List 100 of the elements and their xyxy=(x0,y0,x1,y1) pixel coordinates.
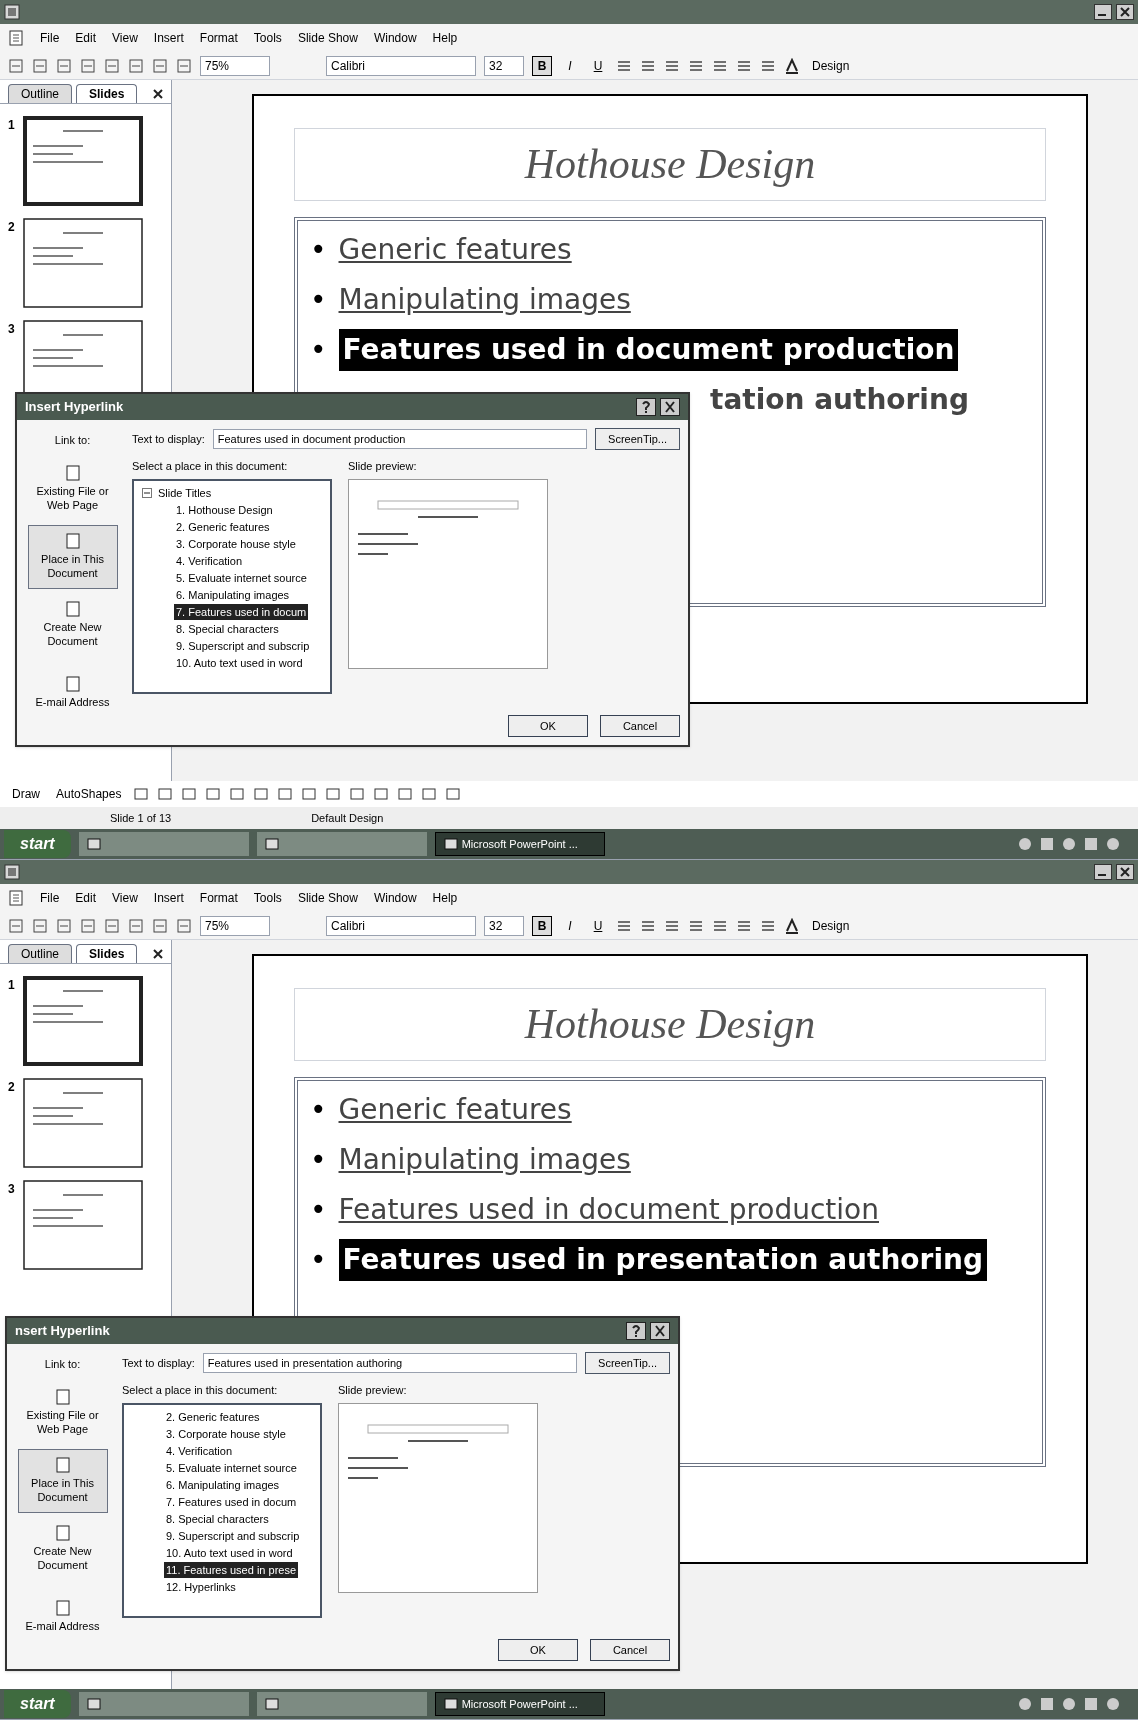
menu-item[interactable]: Slide Show xyxy=(297,29,358,47)
toolbar-icon[interactable] xyxy=(128,57,144,74)
menu-item[interactable]: Window xyxy=(373,29,417,47)
tray-icon[interactable] xyxy=(1106,1697,1120,1711)
toolbar-icon[interactable] xyxy=(8,57,24,74)
drawing-tool-icon[interactable] xyxy=(133,786,150,802)
minimize-icon[interactable] xyxy=(1094,4,1112,20)
menu-item[interactable]: Slide Show xyxy=(297,889,358,907)
help-icon[interactable] xyxy=(626,1322,646,1340)
menu-item[interactable]: File xyxy=(40,889,60,907)
link-option[interactable]: Place in This Document xyxy=(17,1448,108,1513)
slide-thumbnail[interactable] xyxy=(22,1180,143,1270)
tray-icon[interactable] xyxy=(1084,837,1098,851)
drawing-tool-icon[interactable] xyxy=(445,786,462,802)
list-item[interactable]: 10. Auto text used in word xyxy=(164,1544,295,1562)
hyperlink[interactable]: Manipulating images xyxy=(338,1139,631,1181)
toolbar-icon[interactable] xyxy=(152,57,168,74)
list-item[interactable]: 4. Verification xyxy=(174,552,245,570)
format-button[interactable]: U xyxy=(588,55,608,76)
drawing-tool-icon[interactable] xyxy=(397,786,414,802)
start-button[interactable]: start xyxy=(4,830,71,858)
toolbar-icon[interactable] xyxy=(56,917,72,934)
drawing-tool-icon[interactable] xyxy=(205,786,222,802)
start-button[interactable]: start xyxy=(4,1690,71,1718)
panel-tab[interactable]: Slides xyxy=(76,944,138,963)
slide-thumbnail[interactable] xyxy=(22,218,143,308)
menu-item[interactable]: Tools xyxy=(253,889,282,907)
tree-expander-icon[interactable] xyxy=(142,488,152,498)
drawing-tool-icon[interactable] xyxy=(181,786,198,802)
link-option[interactable]: Create New Document xyxy=(17,1516,108,1581)
drawing-tool-icon[interactable] xyxy=(277,786,294,802)
format-button[interactable]: B xyxy=(532,915,552,936)
font-color-icon[interactable] xyxy=(784,917,800,934)
design-button[interactable]: Design xyxy=(808,916,854,935)
toolbar-icon[interactable] xyxy=(104,917,120,934)
font-size-field[interactable]: 32 xyxy=(484,55,524,76)
toolbar-icon[interactable] xyxy=(128,917,144,934)
list-item[interactable]: 5. Evaluate internet source xyxy=(164,1459,299,1477)
close-icon[interactable] xyxy=(153,88,163,99)
close-icon[interactable] xyxy=(1116,4,1134,20)
list-item[interactable]: 8. Special characters xyxy=(174,620,281,638)
panel-tab[interactable]: Slides xyxy=(76,84,138,103)
link-option[interactable]: Existing File or Web Page xyxy=(17,1380,108,1445)
drawing-tool-icon[interactable] xyxy=(301,786,318,802)
toolbar-icon[interactable] xyxy=(80,57,96,74)
toolbar-icon[interactable] xyxy=(56,57,72,74)
list-item[interactable]: 6. Manipulating images xyxy=(164,1476,282,1494)
font-field[interactable]: Calibri xyxy=(326,55,476,76)
link-option[interactable]: E-mail Address xyxy=(27,660,118,725)
font-size-field[interactable]: 32 xyxy=(484,915,524,936)
toolbar-icon[interactable] xyxy=(32,57,48,74)
list-item[interactable]: 11. Features used in prese xyxy=(164,1561,299,1579)
list-item[interactable]: 7. Features used in docum xyxy=(164,1493,299,1511)
toolbar-icon[interactable] xyxy=(8,917,24,934)
ok-button[interactable]: OK xyxy=(498,1639,578,1661)
drawing-tool-icon[interactable] xyxy=(373,786,390,802)
list-item[interactable]: 6. Manipulating images xyxy=(174,586,292,604)
zoom-field[interactable]: 75% xyxy=(200,915,270,936)
close-icon[interactable] xyxy=(1116,864,1134,880)
drawing-tool-icon[interactable] xyxy=(325,786,342,802)
taskbar-button[interactable]: Microsoft PowerPoint ... xyxy=(434,832,605,856)
drawing-tool-icon[interactable] xyxy=(421,786,438,802)
toolbar-icon[interactable] xyxy=(104,57,120,74)
slide-thumbnail[interactable] xyxy=(22,1078,143,1168)
design-button[interactable]: Design xyxy=(808,56,854,75)
menu-item[interactable]: Format xyxy=(199,889,238,907)
toolbar-icon[interactable] xyxy=(32,917,48,934)
hyperlink[interactable]: Generic features xyxy=(338,229,572,271)
text-to-display-field[interactable]: Features used in presentation authoring xyxy=(202,1353,578,1373)
minimize-icon[interactable] xyxy=(1094,864,1112,880)
list-item[interactable]: 2. Generic features xyxy=(174,518,272,536)
drawing-tool-icon[interactable] xyxy=(253,786,270,802)
tray-icon[interactable] xyxy=(1106,837,1120,851)
drawing-tool-icon[interactable] xyxy=(229,786,246,802)
font-field[interactable]: Calibri xyxy=(326,915,476,936)
list-item[interactable]: 12. Hyperlinks xyxy=(164,1578,238,1596)
panel-tab[interactable]: Outline xyxy=(8,84,73,103)
draw-button[interactable]: Draw xyxy=(8,785,44,803)
close-icon[interactable] xyxy=(660,398,680,416)
format-button[interactable]: U xyxy=(588,915,608,936)
panel-tab[interactable]: Outline xyxy=(8,944,73,963)
menu-item[interactable]: File xyxy=(40,29,60,47)
menu-item[interactable]: Help xyxy=(432,889,458,907)
toolbar-icon[interactable] xyxy=(80,917,96,934)
link-option[interactable]: Create New Document xyxy=(27,592,118,657)
format-button[interactable]: B xyxy=(532,55,552,76)
menu-item[interactable]: View xyxy=(112,29,138,47)
menu-item[interactable]: Window xyxy=(373,889,417,907)
list-item[interactable]: 7. Features used in docum xyxy=(174,603,309,621)
cancel-button[interactable]: Cancel xyxy=(590,1639,670,1661)
menu-item[interactable]: Insert xyxy=(153,889,184,907)
slide-thumbnail[interactable] xyxy=(22,116,143,206)
tray-icon[interactable] xyxy=(1062,837,1076,851)
toolbar-icon[interactable] xyxy=(152,917,168,934)
format-button[interactable]: I xyxy=(560,915,580,936)
list-item[interactable]: 2. Generic features xyxy=(164,1408,262,1426)
list-item[interactable]: 5. Evaluate internet source xyxy=(174,569,309,587)
list-item[interactable]: 1. Hothouse Design xyxy=(174,501,275,519)
tray-icon[interactable] xyxy=(1018,1697,1032,1711)
list-item[interactable]: 3. Corporate house style xyxy=(164,1425,288,1443)
